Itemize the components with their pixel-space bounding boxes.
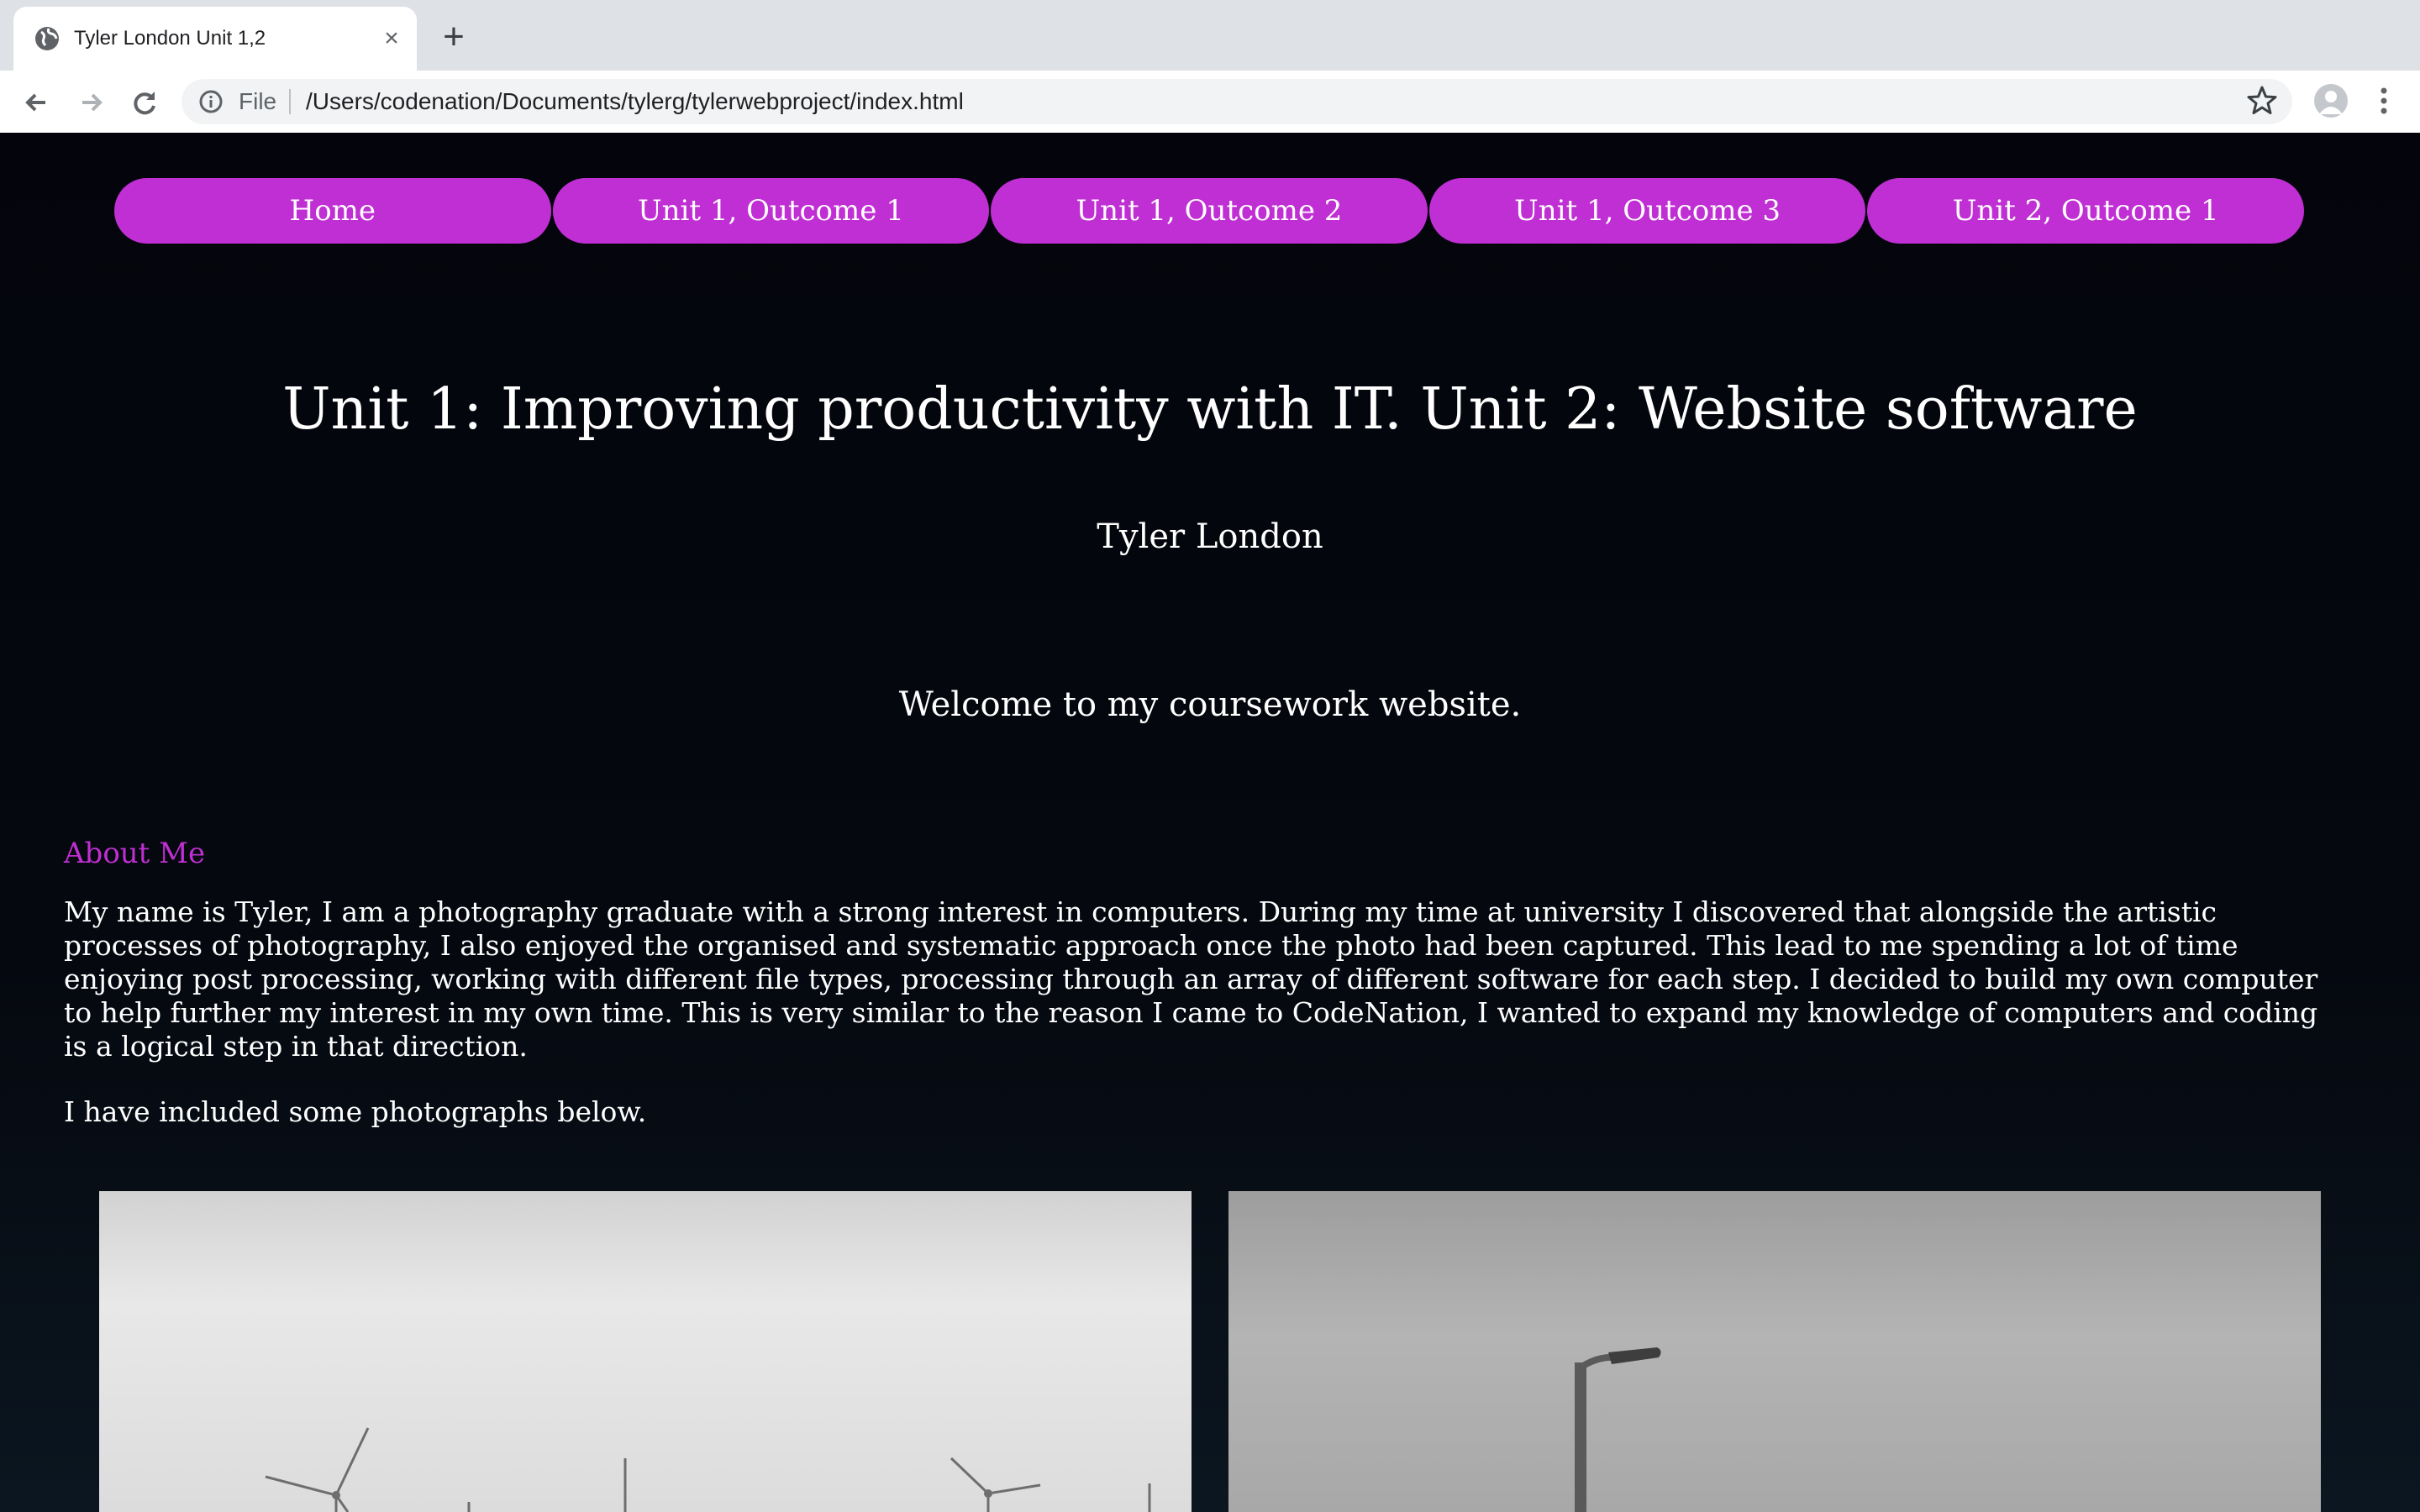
url-text[interactable]: /Users/codenation/Documents/tylerg/tyler… [306,79,964,124]
browser-toolbar: File /Users/codenation/Documents/tylerg/… [0,71,2420,134]
back-arrow-icon[interactable] [17,82,57,123]
photo-street-lamp [1228,1191,2321,1512]
info-icon[interactable] [198,89,224,114]
about-heading: About Me [64,837,206,870]
divider [289,89,291,114]
globe-icon [35,27,59,50]
reload-icon[interactable] [124,82,165,123]
photos-intro: I have included some photographs below. [64,1095,647,1128]
photo-wind-turbines [99,1191,1192,1512]
author-name: Tyler London [1097,517,1323,556]
bookmark-star-icon[interactable] [2244,82,2281,119]
forward-arrow-icon[interactable] [71,82,111,123]
street-lamp-image [1575,1347,1661,1512]
main-nav: Home Unit 1, Outcome 1 Unit 1, Outcome 2… [114,178,2306,244]
close-tab-icon[interactable]: × [376,24,407,54]
profile-avatar[interactable] [2314,84,2348,118]
page-viewport: Home Unit 1, Outcome 1 Unit 1, Outcome 2… [0,133,2420,1512]
nav-unit1-outcome1[interactable]: Unit 1, Outcome 1 [552,178,990,244]
page-title: Unit 1: Improving productivity with IT. … [282,376,2138,443]
person-icon [2319,91,2343,114]
welcome-message: Welcome to my coursework website. [898,685,1522,724]
nav-unit2-outcome1[interactable]: Unit 2, Outcome 1 [1867,178,2304,244]
about-paragraph: My name is Tyler, I am a photography gra… [64,895,2318,1063]
new-tab-button[interactable]: + [434,18,474,59]
tab-title: Tyler London Unit 1,2 [74,27,266,50]
nav-unit1-outcome2[interactable]: Unit 1, Outcome 2 [991,178,1428,244]
wind-turbines-image [265,1427,1151,1512]
address-bar[interactable]: File /Users/codenation/Documents/tylerg/… [182,79,2292,124]
more-menu-icon[interactable] [2371,84,2396,118]
tab-strip: Tyler London Unit 1,2 × + [0,0,2420,71]
nav-unit1-outcome3[interactable]: Unit 1, Outcome 3 [1428,178,1866,244]
browser-tab[interactable]: Tyler London Unit 1,2 × [13,7,417,71]
scheme-label: File [239,88,277,114]
nav-home[interactable]: Home [114,178,551,244]
